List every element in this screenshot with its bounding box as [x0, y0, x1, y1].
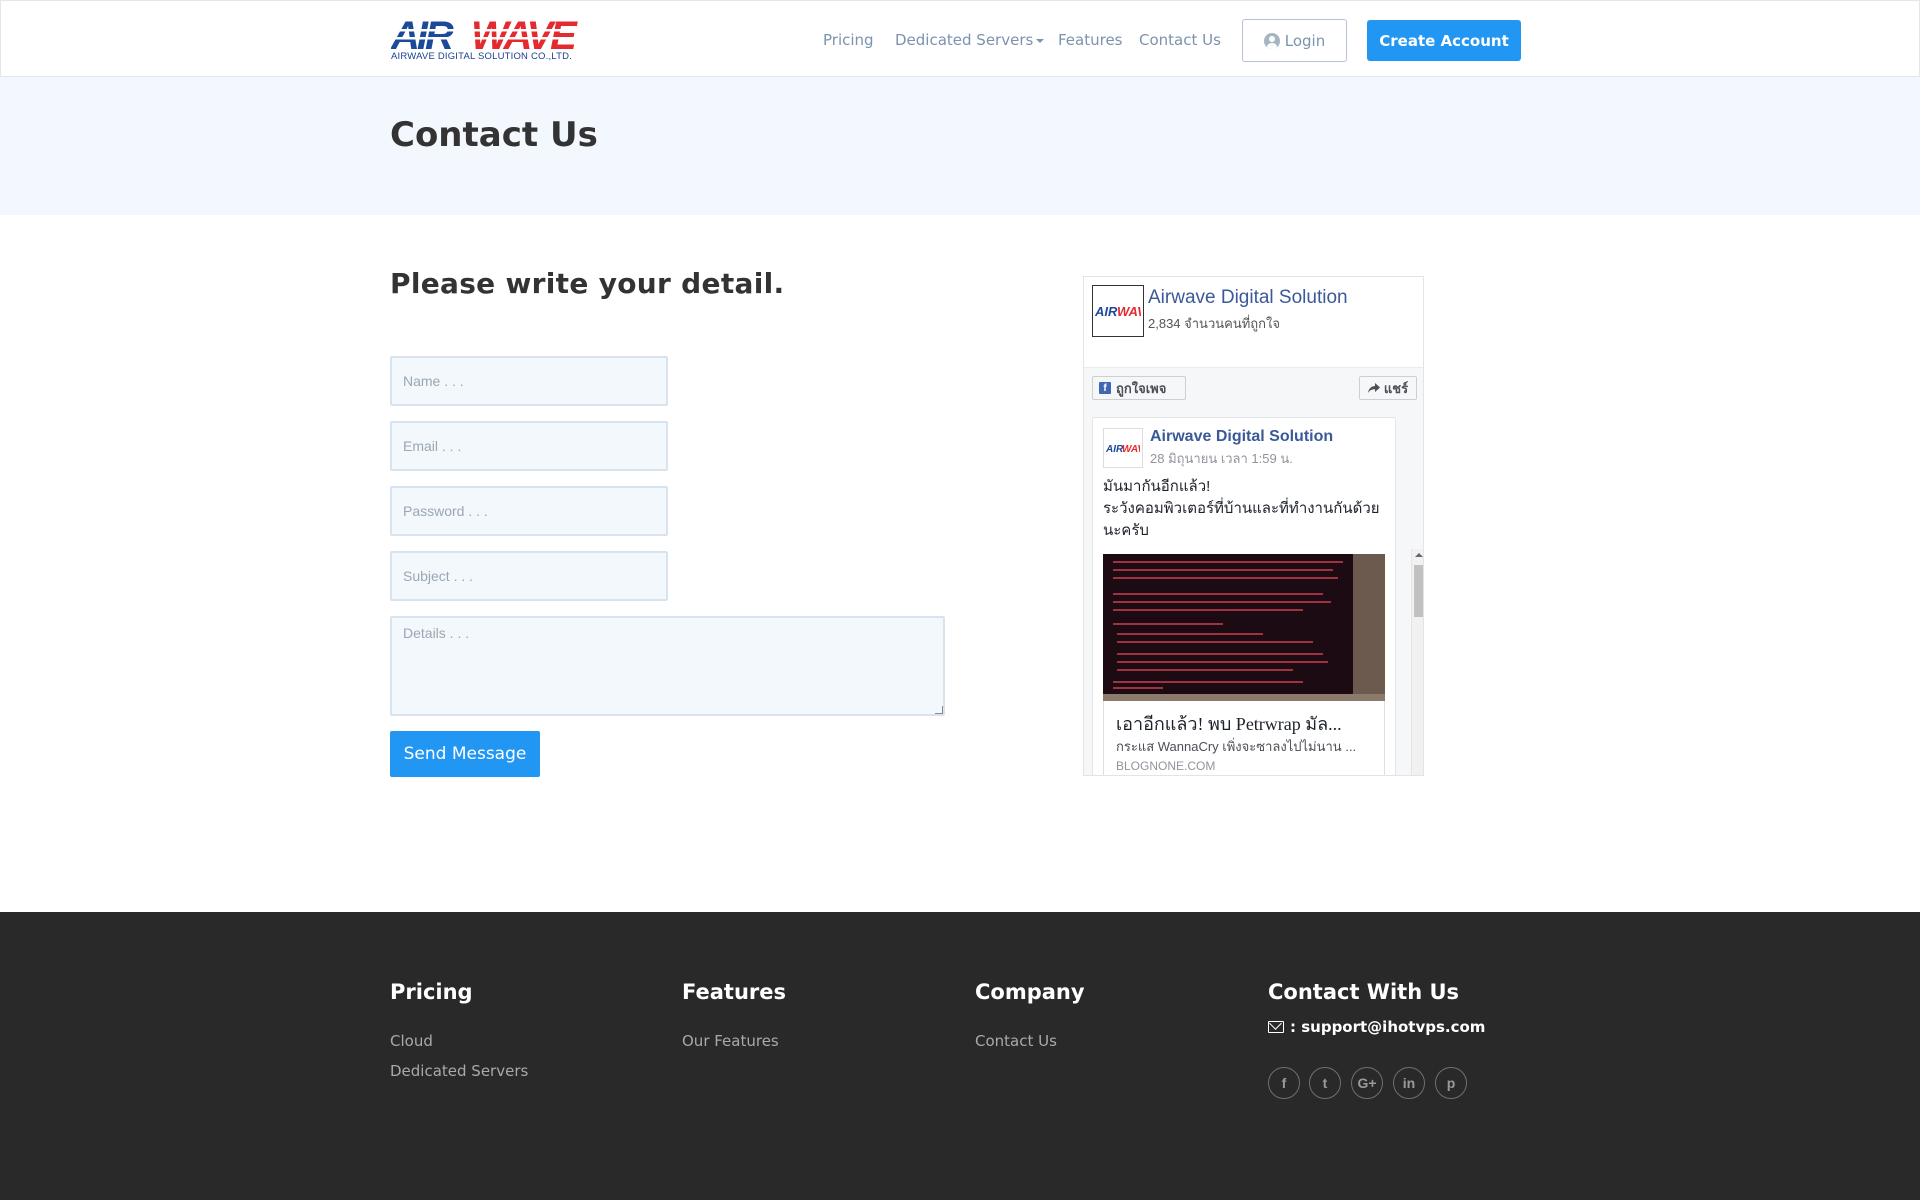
linkedin-icon[interactable]: in: [1393, 1067, 1425, 1099]
nav-dedicated-servers-label: Dedicated Servers: [895, 31, 1034, 49]
fb-post-avatar[interactable]: AIR WAVE: [1103, 428, 1143, 468]
footer-email[interactable]: : support@ihotvps.com: [1268, 1018, 1485, 1036]
fb-like-count: 2,834 จำนวนคนที่ถูกใจ: [1148, 316, 1280, 331]
footer-contact-heading: Contact With Us: [1268, 980, 1460, 1004]
facebook-icon: f: [1099, 382, 1111, 394]
fb-post-author[interactable]: Airwave Digital Solution: [1150, 428, 1333, 446]
fb-post: AIR WAVE Airwave Digital Solution 28 มิถ…: [1092, 417, 1396, 775]
nav-contact-us[interactable]: Contact Us: [1139, 31, 1221, 49]
share-arrow-icon: [1367, 383, 1380, 393]
airwave-logo-icon: AIR WAVE: [390, 14, 593, 58]
login-button[interactable]: Login: [1242, 19, 1347, 62]
fb-like-label: ถูกใจเพจ: [1116, 380, 1167, 396]
fb-link-domain: BLOGNONE.COM: [1116, 759, 1216, 773]
twitter-icon[interactable]: t: [1309, 1067, 1341, 1099]
site-logo[interactable]: AIR WAVE AIRWAVE DIGITAL SOLUTION CO.,LT…: [390, 14, 593, 63]
form-heading: Please write your detail.: [390, 267, 785, 300]
scroll-thumb[interactable]: [1414, 565, 1423, 617]
nav-dedicated-servers[interactable]: Dedicated Servers: [895, 31, 1045, 49]
fb-timeline[interactable]: AIR WAVE Airwave Digital Solution 28 มิถ…: [1084, 413, 1423, 775]
fb-post-image[interactable]: [1103, 554, 1385, 701]
facebook-page-widget: AIR WAVE Airwave Digital Solution 2,834 …: [1083, 276, 1424, 776]
logo-tagline: AIRWAVE DIGITAL SOLUTION CO.,LTD.: [391, 51, 572, 62]
login-label: Login: [1284, 31, 1326, 50]
chevron-down-icon: [1036, 38, 1045, 43]
fb-scrollbar[interactable]: [1411, 549, 1423, 775]
nav-features[interactable]: Features: [1058, 31, 1123, 49]
nav-pricing[interactable]: Pricing: [823, 31, 874, 49]
fb-link-description: กระแส WannaCry เพิ่งจะซาลงไปไม่นาน ...: [1116, 739, 1357, 754]
ransomware-screen-image: [1103, 554, 1385, 701]
fb-page-avatar[interactable]: AIR WAVE: [1092, 285, 1144, 337]
page-title-band: [0, 77, 1920, 215]
page-title: Contact Us: [390, 115, 598, 155]
svg-text:WAVE: WAVE: [1122, 444, 1140, 453]
svg-text:AIR: AIR: [1095, 304, 1118, 318]
footer-link-cloud[interactable]: Cloud: [390, 1032, 433, 1050]
email-input[interactable]: [390, 421, 668, 471]
fb-header: AIR WAVE Airwave Digital Solution 2,834 …: [1084, 277, 1423, 367]
fb-action-bar: f ถูกใจเพจ แชร์: [1084, 367, 1423, 413]
airwave-logo-icon: AIR WAVE: [1106, 444, 1140, 453]
fb-post-time[interactable]: 28 มิถุนายน เวลา 1:59 น.: [1150, 448, 1293, 469]
pinterest-icon[interactable]: p: [1435, 1067, 1467, 1099]
footer-link-our-features[interactable]: Our Features: [682, 1032, 779, 1050]
footer-pricing-heading: Pricing: [390, 980, 473, 1004]
google-plus-icon[interactable]: G+: [1351, 1067, 1383, 1099]
footer-company-heading: Company: [975, 980, 1085, 1004]
create-account-button[interactable]: Create Account: [1367, 20, 1521, 61]
envelope-icon: [1268, 1021, 1284, 1033]
facebook-icon[interactable]: f: [1268, 1067, 1300, 1099]
user-circle-icon: [1263, 32, 1280, 49]
fb-link-title: เอาอีกแล้ว! พบ Petrwrap มัล...: [1116, 714, 1342, 734]
send-message-button[interactable]: Send Message: [390, 731, 540, 777]
footer-features-heading: Features: [682, 980, 786, 1004]
footer-link-contact-us[interactable]: Contact Us: [975, 1032, 1057, 1050]
fb-like-page-button[interactable]: f ถูกใจเพจ: [1092, 376, 1186, 400]
name-input[interactable]: [390, 356, 668, 406]
subject-input[interactable]: [390, 551, 668, 601]
fb-share-button[interactable]: แชร์: [1359, 376, 1417, 400]
fb-share-label: แชร์: [1383, 380, 1409, 396]
site-header: AIR WAVE AIRWAVE DIGITAL SOLUTION CO.,LT…: [0, 0, 1920, 77]
footer-link-dedicated-servers[interactable]: Dedicated Servers: [390, 1062, 528, 1080]
svg-text:WAVE: WAVE: [471, 15, 578, 51]
svg-text:WAVE: WAVE: [1117, 304, 1141, 318]
site-footer: Pricing Cloud Dedicated Servers Features…: [0, 912, 1920, 1200]
svg-text:AIR: AIR: [391, 15, 454, 51]
details-textarea[interactable]: [390, 616, 945, 716]
password-input[interactable]: [390, 486, 668, 536]
scroll-up-icon[interactable]: [1415, 553, 1423, 557]
footer-email-text: : support@ihotvps.com: [1290, 1018, 1486, 1036]
fb-page-name[interactable]: Airwave Digital Solution: [1148, 287, 1348, 309]
airwave-logo-icon: AIR WAVE: [1095, 304, 1141, 318]
resize-handle-icon[interactable]: [935, 706, 943, 714]
fb-post-text: มันมากันอีกแล้ว! ระวังคอมพิวเตอร์ที่บ้าน…: [1103, 478, 1380, 539]
fb-link-preview[interactable]: เอาอีกแล้ว! พบ Petrwrap มัล... กระแส Wan…: [1103, 701, 1385, 775]
